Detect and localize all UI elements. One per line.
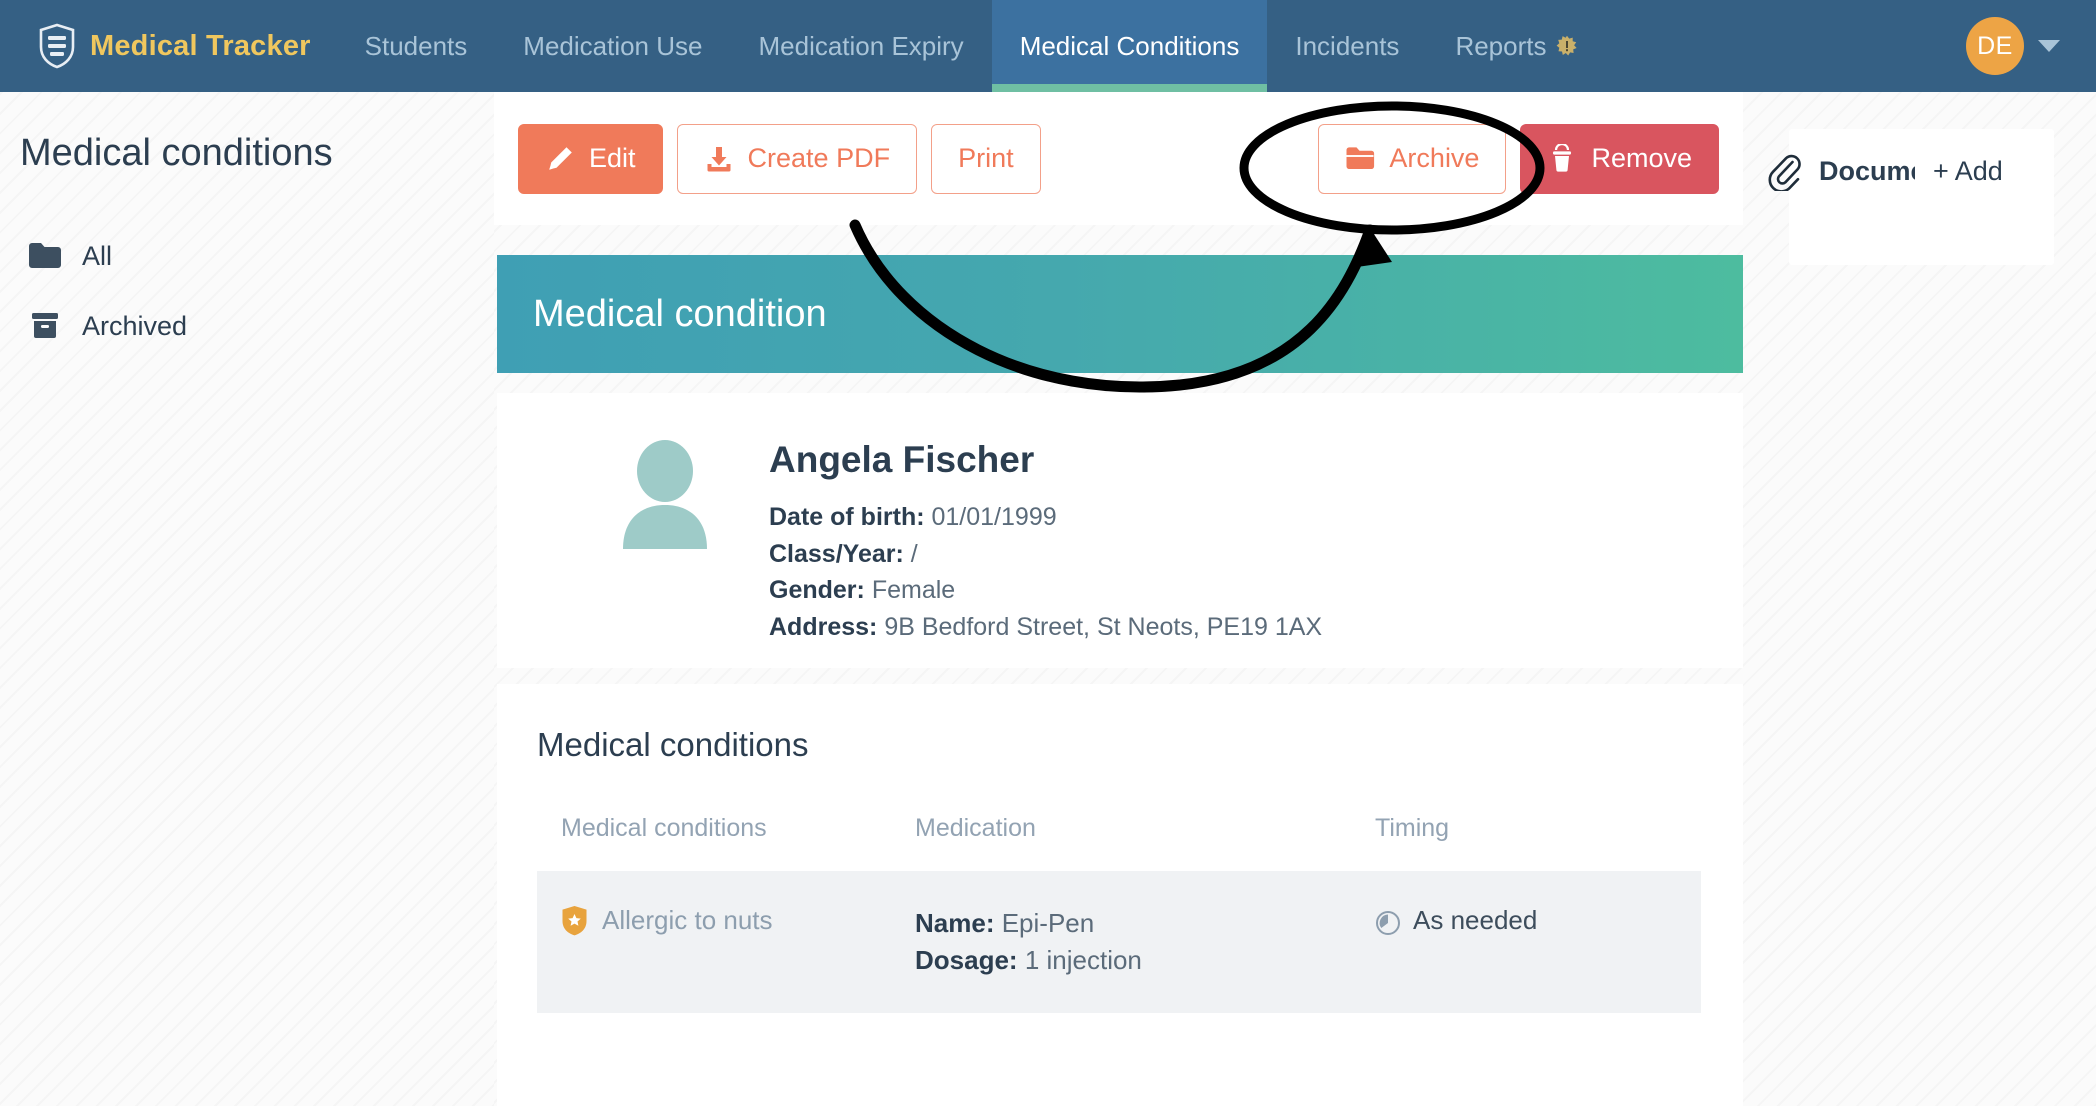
top-navigation-bar: Medical Tracker Students Medication Use …: [0, 0, 2096, 92]
conditions-table-head: Medical conditions Medication Timing: [537, 800, 1701, 871]
cell-medication: Name: Epi-Pen Dosage: 1 injection: [915, 871, 1375, 1013]
download-icon: [707, 146, 731, 171]
shield-logo-icon: [39, 23, 75, 69]
student-details: Angela Fischer Date of birth: 01/01/1999…: [769, 439, 1322, 645]
hero-title: Medical condition: [533, 292, 827, 335]
nav-tab-list: Students Medication Use Medication Expir…: [337, 0, 1607, 92]
paperclip-icon: [1768, 154, 1801, 191]
archive-box-icon: [32, 313, 58, 338]
medication-name-value: Epi-Pen: [1001, 908, 1095, 938]
pencil-icon: [549, 146, 572, 170]
medication-dosage-value: 1 injection: [1024, 944, 1142, 975]
medication-name-line: Name: Epi-Pen: [915, 905, 1375, 942]
shield-star-icon: [562, 906, 587, 936]
action-toolbar: Edit Create PDF Print Archive Remove: [494, 92, 1743, 225]
nav-tab-medication-expiry[interactable]: Medication Expiry: [730, 0, 991, 92]
conditions-table-body: Allergic to nuts Name: Epi-Pen Dosage: 1…: [537, 871, 1701, 1013]
sidebar-item-all[interactable]: All: [20, 221, 494, 291]
student-dob-line: Date of birth: 01/01/1999: [769, 499, 1322, 536]
page-title: Medical conditions: [20, 132, 333, 174]
avatar[interactable]: DE: [1966, 17, 2024, 75]
student-info-card: Angela Fischer Date of birth: 01/01/1999…: [497, 393, 1743, 668]
medical-conditions-card: Medical conditions Medical conditions Me…: [497, 684, 1743, 1106]
student-dob-label: Date of birth:: [769, 503, 925, 531]
main-content: Edit Create PDF Print Archive Remove Med…: [494, 92, 1743, 1106]
folder-open-icon: [1346, 146, 1375, 169]
timing-value: As needed: [1413, 905, 1538, 935]
student-address-line: Address: 9B Bedford Street, St Neots, PE…: [769, 609, 1322, 646]
remove-button[interactable]: Remove: [1520, 123, 1719, 194]
nav-tab-label: Medical Conditions: [1019, 30, 1240, 61]
student-class-line: Class/Year: /: [769, 536, 1322, 573]
cell-condition: Allergic to nuts: [537, 871, 915, 1013]
edit-button[interactable]: Edit: [518, 123, 663, 194]
column-header-conditions: Medical conditions: [561, 814, 767, 842]
cell-timing: As needed: [1375, 871, 1701, 1013]
sidebar: Medical conditions All Archived: [0, 92, 494, 1106]
student-class-label: Class/Year:: [769, 539, 904, 568]
edit-button-label: Edit: [589, 143, 636, 173]
clock-icon: [1376, 911, 1400, 935]
condition-name: Allergic to nuts: [602, 905, 773, 935]
nav-tab-label: Medication Use: [523, 30, 703, 61]
folder-icon: [29, 243, 61, 268]
sidebar-item-label: Archived: [82, 310, 188, 341]
student-gender-label: Gender:: [769, 576, 865, 604]
conditions-table: Medical conditions Medication Timing All…: [537, 800, 1701, 1013]
chevron-down-icon[interactable]: [2038, 40, 2060, 52]
documents-panel: Documents + Add: [1768, 129, 2054, 265]
archive-button[interactable]: Archive: [1318, 123, 1507, 194]
medication-dosage-label: Dosage:: [915, 944, 1018, 975]
nav-tab-label: Students: [364, 30, 468, 61]
person-avatar-icon: [623, 440, 707, 549]
conditions-section-title: Medical conditions: [537, 726, 809, 763]
nav-tab-label: Reports: [1455, 30, 1547, 61]
nav-tab-label: Incidents: [1295, 30, 1400, 61]
brand-name: Medical Tracker: [90, 29, 311, 62]
nav-tab-medical-conditions[interactable]: Medical Conditions: [991, 0, 1268, 92]
trash-icon: [1553, 143, 1572, 172]
sidebar-item-archived[interactable]: Archived: [20, 291, 494, 361]
remove-button-label: Remove: [1591, 143, 1692, 173]
medication-dosage-line: Dosage: 1 injection: [915, 942, 1375, 979]
avatar-initials: DE: [1977, 31, 2013, 60]
starburst-alert-icon: [1557, 35, 1578, 56]
print-button[interactable]: Print: [931, 123, 1041, 194]
column-header-timing: Timing: [1375, 814, 1450, 842]
archive-button-label: Archive: [1389, 143, 1480, 173]
add-document-button[interactable]: + Add: [1933, 156, 2003, 187]
nav-tab-incidents[interactable]: Incidents: [1267, 0, 1427, 92]
nav-user-area: DE: [1966, 0, 2096, 92]
nav-tab-reports[interactable]: Reports: [1427, 0, 1606, 92]
nav-tab-label: Medication Expiry: [758, 30, 964, 61]
student-address-label: Address:: [769, 612, 878, 641]
student-name: Angela Fischer: [769, 439, 1035, 480]
create-pdf-button-label: Create PDF: [747, 143, 891, 173]
app-root: Medical Tracker Students Medication Use …: [0, 0, 2096, 1106]
table-header-row: Medical conditions Medication Timing: [537, 800, 1701, 871]
medication-name-label: Name:: [915, 908, 995, 938]
documents-label: Documents: [1819, 155, 1915, 186]
nav-tab-medication-use[interactable]: Medication Use: [495, 0, 730, 92]
sidebar-item-label: All: [82, 240, 113, 271]
student-address-value: 9B Bedford Street, St Neots, PE19 1AX: [884, 612, 1323, 641]
create-pdf-button[interactable]: Create PDF: [676, 123, 918, 194]
brand-home-link[interactable]: Medical Tracker: [0, 0, 337, 92]
nav-tab-students[interactable]: Students: [337, 0, 496, 92]
student-class-value: /: [910, 539, 918, 568]
column-header-medication: Medication: [915, 814, 1036, 842]
print-button-label: Print: [958, 143, 1014, 173]
student-dob-value: 01/01/1999: [931, 503, 1057, 531]
hero-banner: Medical condition: [497, 255, 1743, 373]
student-gender-value: Female: [871, 576, 956, 604]
right-rail: Documents + Add Help: [1743, 92, 2096, 1106]
table-row[interactable]: Allergic to nuts Name: Epi-Pen Dosage: 1…: [537, 871, 1701, 1013]
student-gender-line: Gender: Female: [769, 572, 1322, 609]
